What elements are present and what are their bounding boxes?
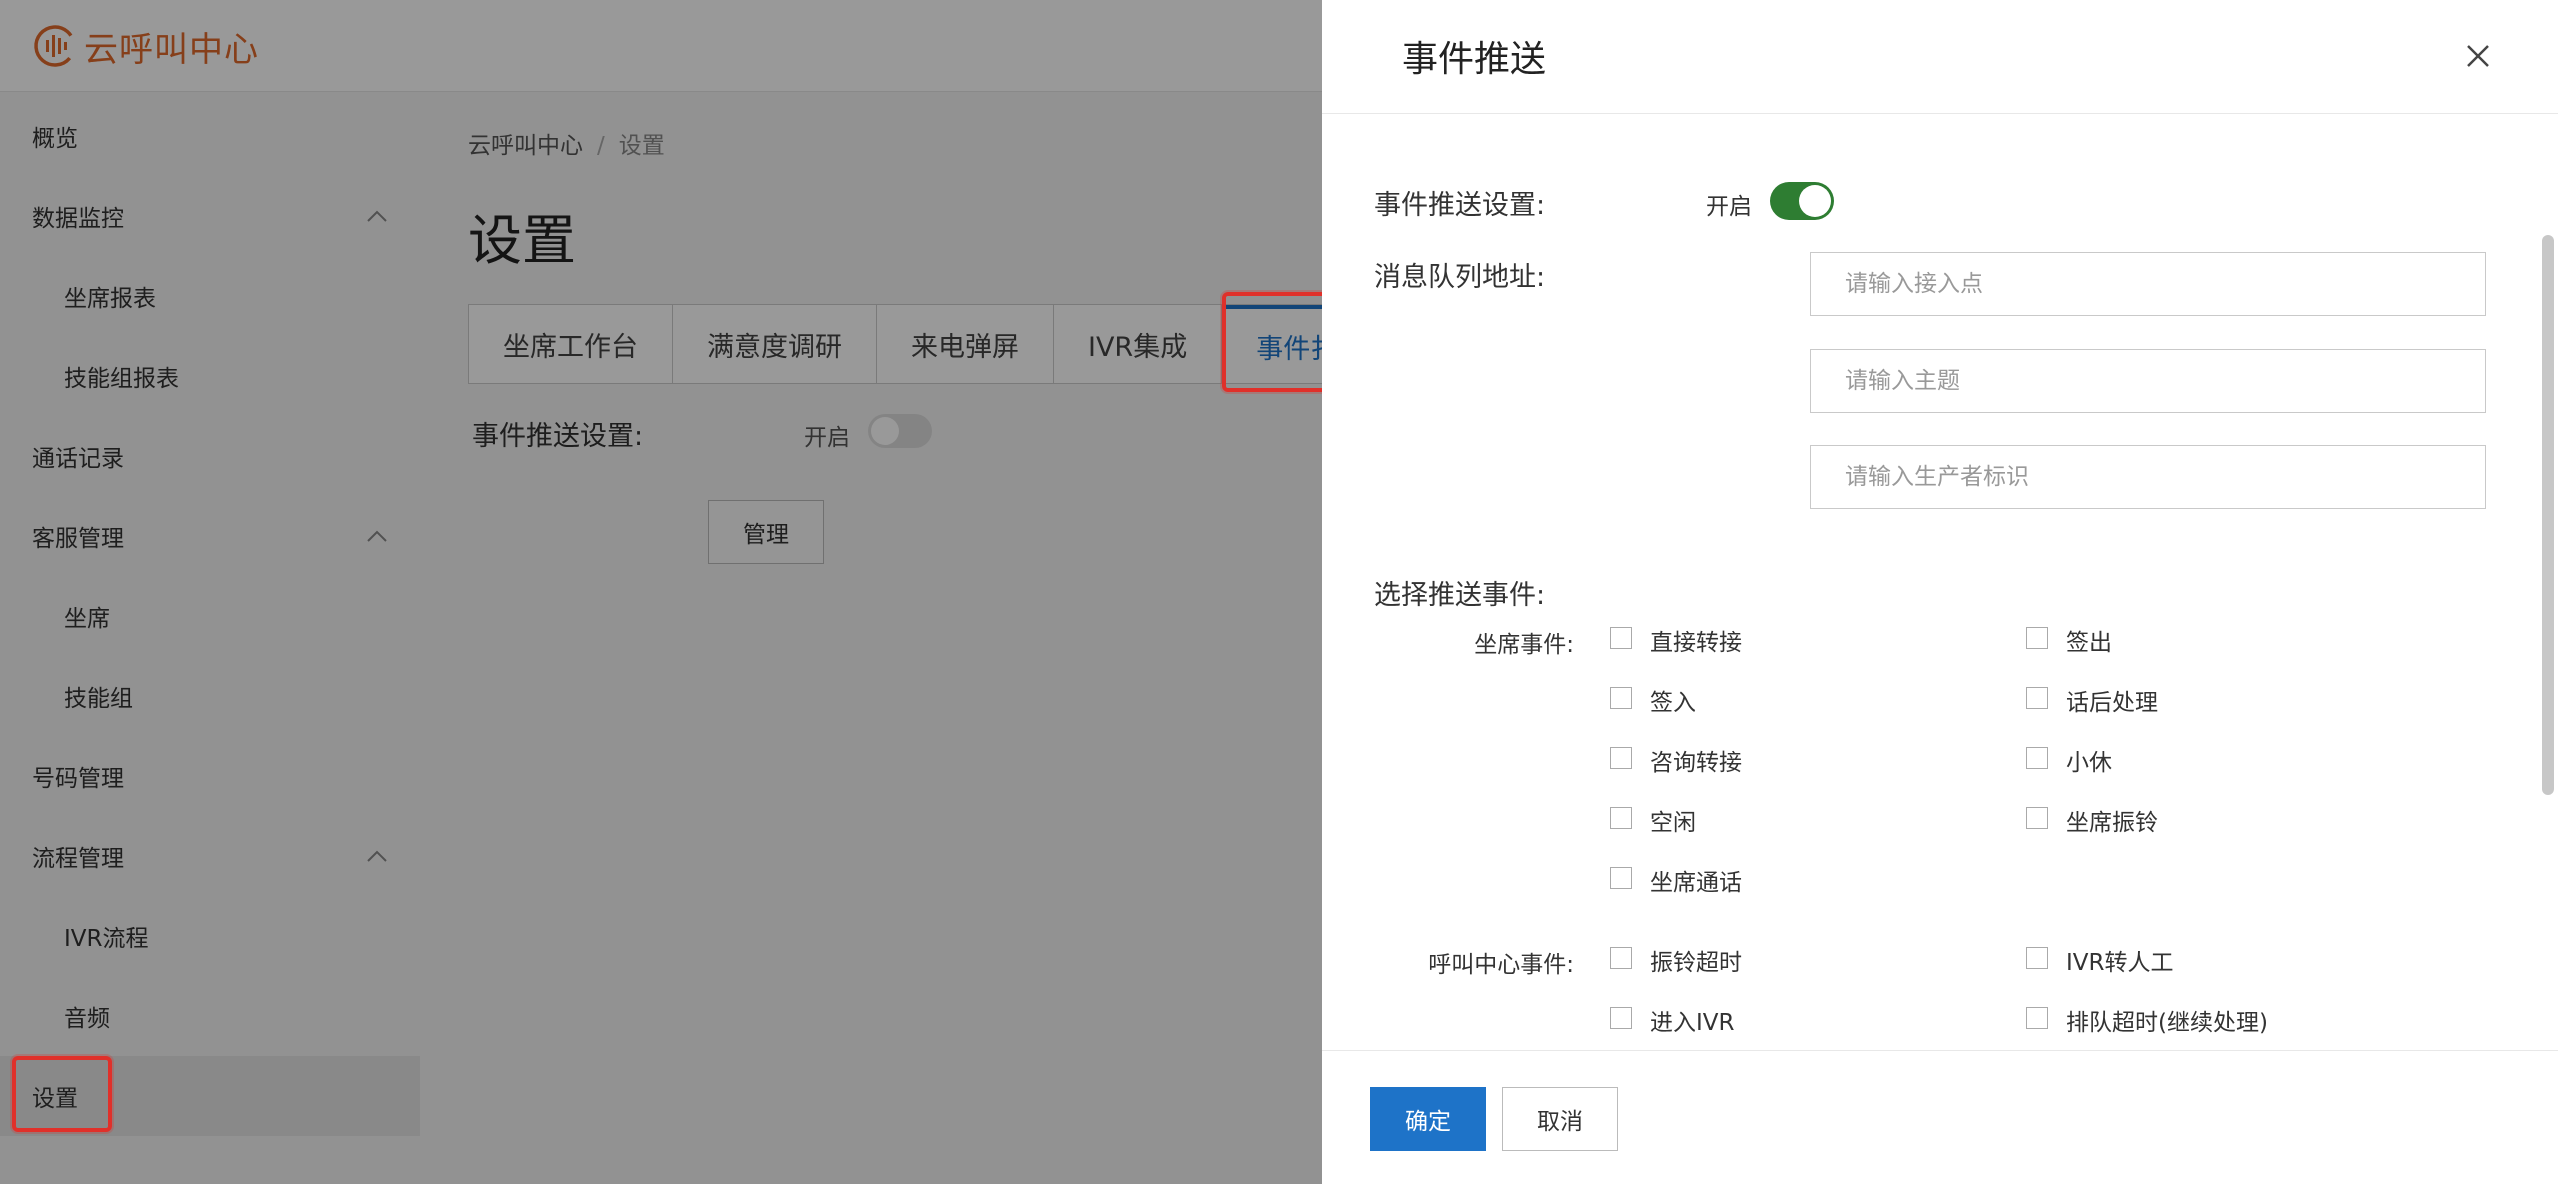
checkbox-enter-ivr[interactable]: 进入IVR: [1610, 1003, 1735, 1037]
checkbox-short-break[interactable]: 小休: [2026, 743, 2112, 777]
checkbox-box[interactable]: [2026, 947, 2048, 969]
checkbox-ivr-to-agent[interactable]: IVR转人工: [2026, 943, 2174, 977]
highlight-box-settings: [12, 1056, 112, 1132]
checkbox-label: 签出: [2066, 630, 2112, 656]
checkbox-box[interactable]: [2026, 807, 2048, 829]
modal-overlay[interactable]: [0, 0, 1322, 1184]
checkbox-sign-out[interactable]: 签出: [2026, 623, 2112, 657]
checkbox-box[interactable]: [1610, 807, 1632, 829]
checkbox-box[interactable]: [2026, 1007, 2048, 1029]
drawer-body: 事件推送设置: 开启 消息队列地址: 接入点: 主题: 生产者标识: 选择推送事…: [1322, 115, 2558, 1049]
checkbox-queue-timeout-continue[interactable]: 排队超时(继续处理): [2026, 1003, 2268, 1037]
checkbox-box[interactable]: [1610, 947, 1632, 969]
checkbox-label: 进入IVR: [1650, 1010, 1735, 1036]
checkbox-box[interactable]: [1610, 627, 1632, 649]
checkbox-ring-timeout[interactable]: 振铃超时: [1610, 943, 1742, 977]
queue-address-label: 消息队列地址:: [1374, 262, 1546, 293]
checkbox-label: 坐席通话: [1650, 870, 1742, 896]
checkbox-box[interactable]: [2026, 627, 2048, 649]
producer-id-input[interactable]: [1810, 445, 2486, 509]
agent-events-label: 坐席事件:: [1474, 632, 1574, 658]
checkbox-box[interactable]: [2026, 747, 2048, 769]
event-push-toggle[interactable]: [1770, 182, 1834, 220]
checkbox-label: 签入: [1650, 690, 1696, 716]
endpoint-input[interactable]: [1810, 252, 2486, 316]
checkbox-after-call-work[interactable]: 话后处理: [2026, 683, 2158, 717]
drawer-title: 事件推送: [1402, 39, 1547, 80]
checkbox-box[interactable]: [2026, 687, 2048, 709]
checkbox-label: 振铃超时: [1650, 950, 1742, 976]
drawer-footer: 确定 取消: [1322, 1050, 2558, 1184]
drawer-scrollbar[interactable]: [2542, 235, 2554, 795]
checkbox-agent-ringing[interactable]: 坐席振铃: [2026, 803, 2158, 837]
callcenter-events-label: 呼叫中心事件:: [1428, 952, 1574, 978]
select-events-label: 选择推送事件:: [1374, 580, 1546, 611]
checkbox-idle[interactable]: 空闲: [1610, 803, 1696, 837]
event-push-drawer: 事件推送 事件推送设置: 开启 消息队列地址: 接入点: 主题: 生产者标识: …: [1322, 0, 2558, 1184]
toggle-on-text: 开启: [1706, 194, 1752, 220]
close-icon[interactable]: [2460, 38, 2496, 74]
confirm-button[interactable]: 确定: [1370, 1087, 1486, 1151]
checkbox-box[interactable]: [1610, 747, 1632, 769]
cancel-button[interactable]: 取消: [1502, 1087, 1618, 1151]
checkbox-consult-transfer[interactable]: 咨询转接: [1610, 743, 1742, 777]
checkbox-box[interactable]: [1610, 687, 1632, 709]
checkbox-box[interactable]: [1610, 1007, 1632, 1029]
event-push-setting-label: 事件推送设置:: [1374, 190, 1546, 221]
checkbox-label: 咨询转接: [1650, 750, 1742, 776]
checkbox-box[interactable]: [1610, 867, 1632, 889]
checkbox-label: 话后处理: [2066, 690, 2158, 716]
checkbox-label: IVR转人工: [2066, 950, 2174, 976]
checkbox-label: 排队超时(继续处理): [2066, 1010, 2268, 1036]
topic-input[interactable]: [1810, 349, 2486, 413]
drawer-header: 事件推送: [1322, 0, 2558, 114]
checkbox-agent-call[interactable]: 坐席通话: [1610, 863, 1742, 897]
checkbox-label: 小休: [2066, 750, 2112, 776]
checkbox-label: 坐席振铃: [2066, 810, 2158, 836]
checkbox-sign-in[interactable]: 签入: [1610, 683, 1696, 717]
checkbox-label: 直接转接: [1650, 630, 1742, 656]
checkbox-label: 空闲: [1650, 810, 1696, 836]
checkbox-direct-transfer[interactable]: 直接转接: [1610, 623, 1742, 657]
